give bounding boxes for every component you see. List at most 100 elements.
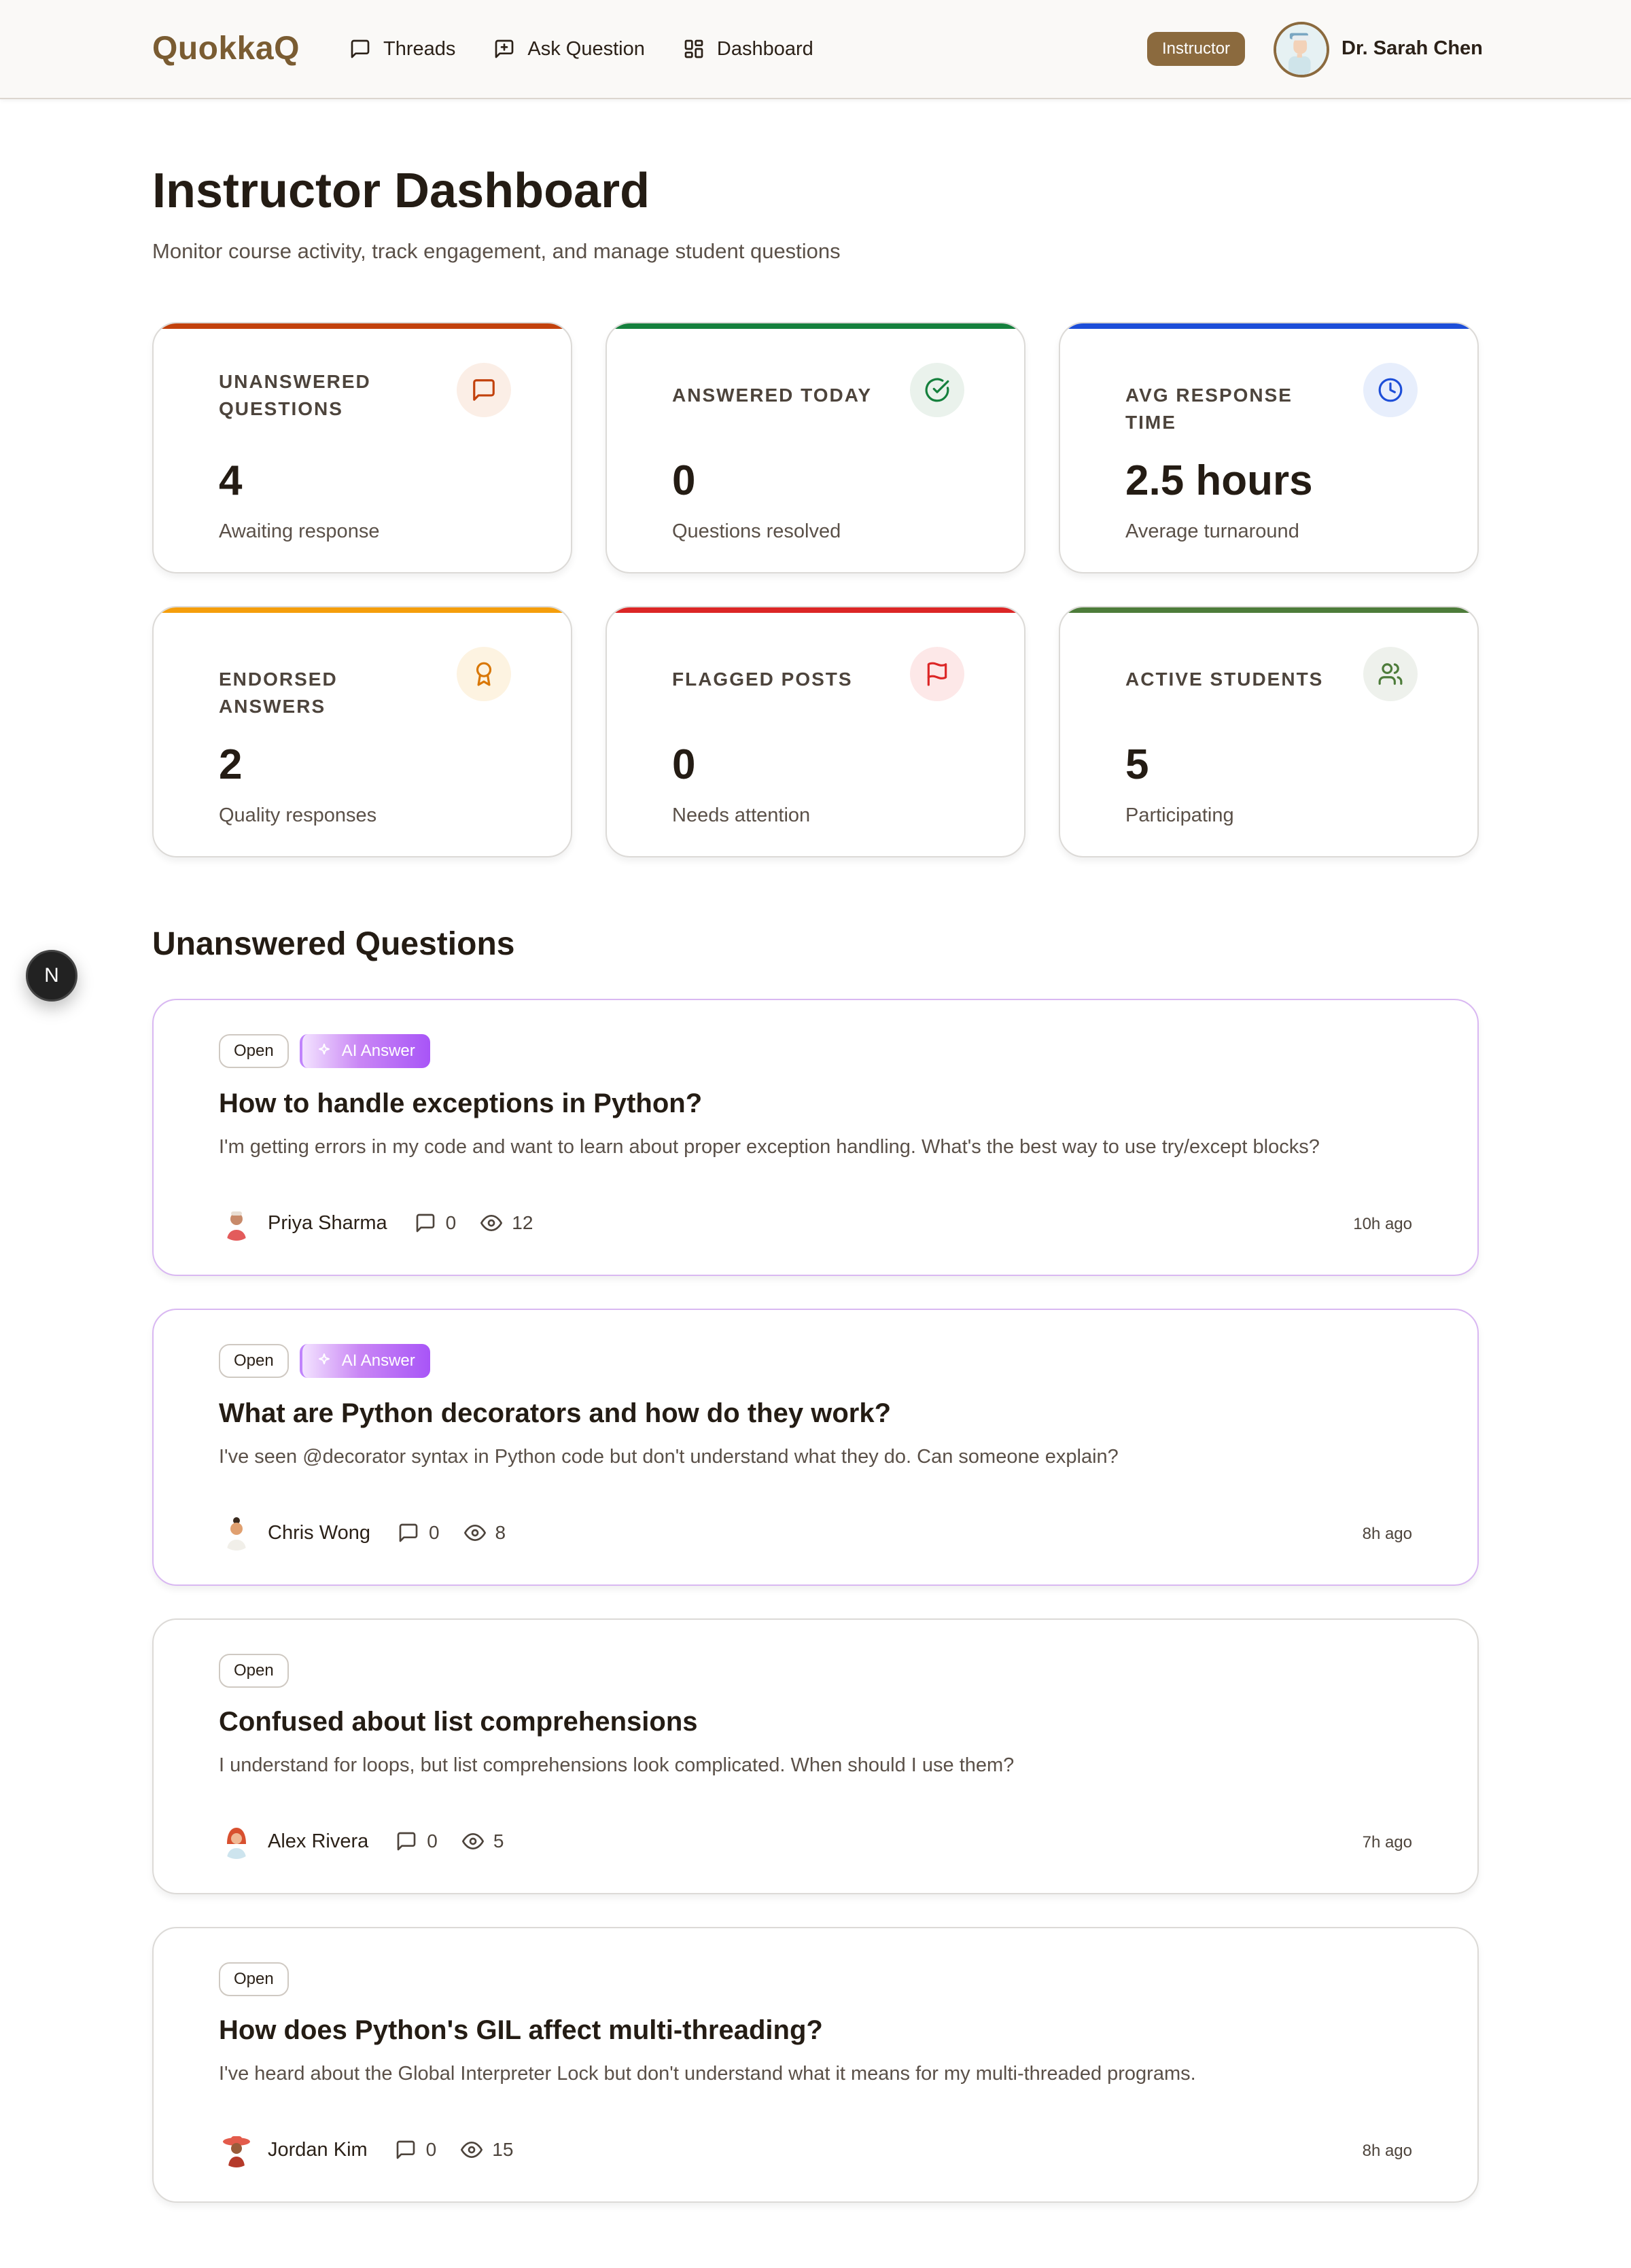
- layout-grid-icon: [684, 39, 703, 58]
- question-meta: Alex Rivera 0 5: [219, 1822, 528, 1860]
- badge-row: Open: [219, 1654, 289, 1688]
- stat-label: Endorsed Answers: [219, 669, 338, 717]
- view-count: 8: [463, 1522, 506, 1544]
- stat-card-answered-today[interactable]: Answered Today 0 Questions resolved: [606, 322, 1025, 573]
- nav-dashboard[interactable]: Dashboard: [683, 33, 813, 65]
- users-icon: [1378, 663, 1403, 685]
- stat-card-unanswered[interactable]: Unanswered Questions 4 Awaiting response: [152, 322, 572, 573]
- eye-icon: [461, 1833, 484, 1849]
- view-count-value: 15: [492, 2139, 514, 2160]
- check-circle-icon: [925, 378, 949, 402]
- stat-caption: Participating: [1125, 804, 1234, 826]
- stat-value: 2.5 hours: [1125, 457, 1313, 504]
- stat-label: Active Students: [1125, 669, 1324, 690]
- card-accent-bar: [154, 323, 571, 329]
- reply-count-value: 0: [428, 1522, 440, 1543]
- clock-icon: [1378, 378, 1403, 402]
- stat-label: Answered Today: [672, 385, 873, 406]
- view-count: 15: [461, 2139, 513, 2161]
- reply-count-value: 0: [427, 1830, 438, 1851]
- message-square-icon: [416, 1213, 435, 1233]
- timestamp: 8h ago: [1362, 2142, 1412, 2160]
- stat-icon-wrap: [910, 647, 964, 701]
- award-icon: [476, 662, 492, 686]
- eye-icon: [461, 2142, 483, 2158]
- card-accent-bar: [607, 607, 1024, 613]
- page-title: Instructor Dashboard: [152, 164, 650, 218]
- view-count-value: 12: [512, 1212, 533, 1233]
- question-meta: Priya Sharma 0 12: [219, 1204, 557, 1242]
- view-count-value: 8: [495, 1522, 506, 1543]
- stat-value: 0: [672, 741, 696, 788]
- stat-caption: Needs attention: [672, 804, 811, 826]
- user-name[interactable]: Dr. Sarah Chen: [1341, 37, 1483, 60]
- author-name[interactable]: Chris Wong: [268, 1522, 370, 1544]
- status-badge: Open: [219, 1962, 289, 1996]
- nav-ask-question[interactable]: Ask Question: [493, 33, 645, 65]
- top-navbar: QuokkaQ Threads Ask Question Dashboard I…: [0, 0, 1631, 99]
- message-square-icon: [399, 1523, 418, 1542]
- author-name[interactable]: Jordan Kim: [268, 2139, 368, 2161]
- stat-value: 0: [672, 457, 696, 504]
- question-excerpt: I've seen @decorator syntax in Python co…: [219, 1446, 1119, 1468]
- badge-row: Open: [219, 1962, 289, 1996]
- page-subtitle: Monitor course activity, track engagemen…: [152, 239, 841, 263]
- author-avatar: [219, 1515, 254, 1551]
- question-excerpt: I've heard about the Global Interpreter …: [219, 2063, 1196, 2085]
- eye-icon: [480, 1215, 503, 1231]
- question-excerpt: I understand for loops, but list compreh…: [219, 1754, 1015, 1776]
- ai-answer-label: AI Answer: [341, 1042, 415, 1060]
- reply-count: 0: [396, 1830, 438, 1852]
- brand-logo[interactable]: QuokkaQ: [152, 30, 300, 67]
- card-accent-bar: [1060, 607, 1477, 613]
- author-avatar: [219, 1824, 254, 1859]
- author-avatar: [219, 1205, 254, 1241]
- sparkles-icon: [318, 1044, 330, 1055]
- nav-threads[interactable]: Threads: [349, 33, 455, 65]
- reply-count: 0: [395, 2139, 436, 2161]
- card-accent-bar: [1060, 323, 1477, 329]
- reply-count: 0: [398, 1522, 440, 1544]
- stat-label: Avg Response Time: [1125, 385, 1293, 433]
- reply-count-value: 0: [445, 1212, 457, 1233]
- question-title[interactable]: What are Python decorators and how do th…: [219, 1398, 891, 1429]
- stat-card-avg-response[interactable]: Avg Response Time 2.5 hours Average turn…: [1059, 322, 1479, 573]
- question-card[interactable]: Open AI Answer How to handle exceptions …: [152, 999, 1479, 1276]
- question-card[interactable]: Open How does Python's GIL affect multi-…: [152, 1927, 1479, 2203]
- message-plus-icon: [495, 39, 514, 58]
- flag-icon: [927, 662, 947, 686]
- stat-icon-wrap: [1363, 647, 1418, 701]
- stat-card-endorsed[interactable]: Endorsed Answers 2 Quality responses: [152, 606, 572, 857]
- question-excerpt: I'm getting errors in my code and want t…: [219, 1136, 1320, 1158]
- status-badge: Open: [219, 1654, 289, 1688]
- author-name[interactable]: Alex Rivera: [268, 1830, 368, 1853]
- eye-icon: [463, 1525, 486, 1541]
- question-title[interactable]: How does Python's GIL affect multi-threa…: [219, 2015, 823, 2046]
- stat-caption: Questions resolved: [672, 520, 841, 542]
- badge-row: Open AI Answer: [219, 1344, 430, 1378]
- user-avatar[interactable]: [1274, 22, 1329, 77]
- user-avatar-image: [1276, 24, 1327, 75]
- question-meta: Jordan Kim 0 15: [219, 2131, 538, 2169]
- view-count-value: 5: [493, 1830, 504, 1851]
- stat-icon-wrap: [457, 363, 511, 417]
- view-count: 5: [461, 1830, 504, 1852]
- stat-icon-wrap: [1363, 363, 1418, 417]
- question-title[interactable]: Confused about list comprehensions: [219, 1707, 698, 1737]
- dev-tools-bubble[interactable]: N: [26, 950, 77, 1002]
- question-card[interactable]: Open Confused about list comprehensions …: [152, 1618, 1479, 1894]
- ai-answer-badge: AI Answer: [299, 1344, 430, 1378]
- status-badge: Open: [219, 1034, 289, 1068]
- stat-card-flagged[interactable]: Flagged Posts 0 Needs attention: [606, 606, 1025, 857]
- timestamp: 7h ago: [1362, 1833, 1412, 1851]
- author-name[interactable]: Priya Sharma: [268, 1212, 387, 1235]
- stat-caption: Awaiting response: [219, 520, 380, 542]
- nav-threads-label: Threads: [383, 37, 456, 60]
- section-title: Unanswered Questions: [152, 926, 515, 962]
- question-card[interactable]: Open AI Answer What are Python decorator…: [152, 1309, 1479, 1586]
- stat-caption: Average turnaround: [1125, 520, 1299, 542]
- card-accent-bar: [607, 323, 1024, 329]
- question-title[interactable]: How to handle exceptions in Python?: [219, 1088, 702, 1119]
- stat-card-active-students[interactable]: Active Students 5 Participating: [1059, 606, 1479, 857]
- reply-count: 0: [415, 1212, 457, 1234]
